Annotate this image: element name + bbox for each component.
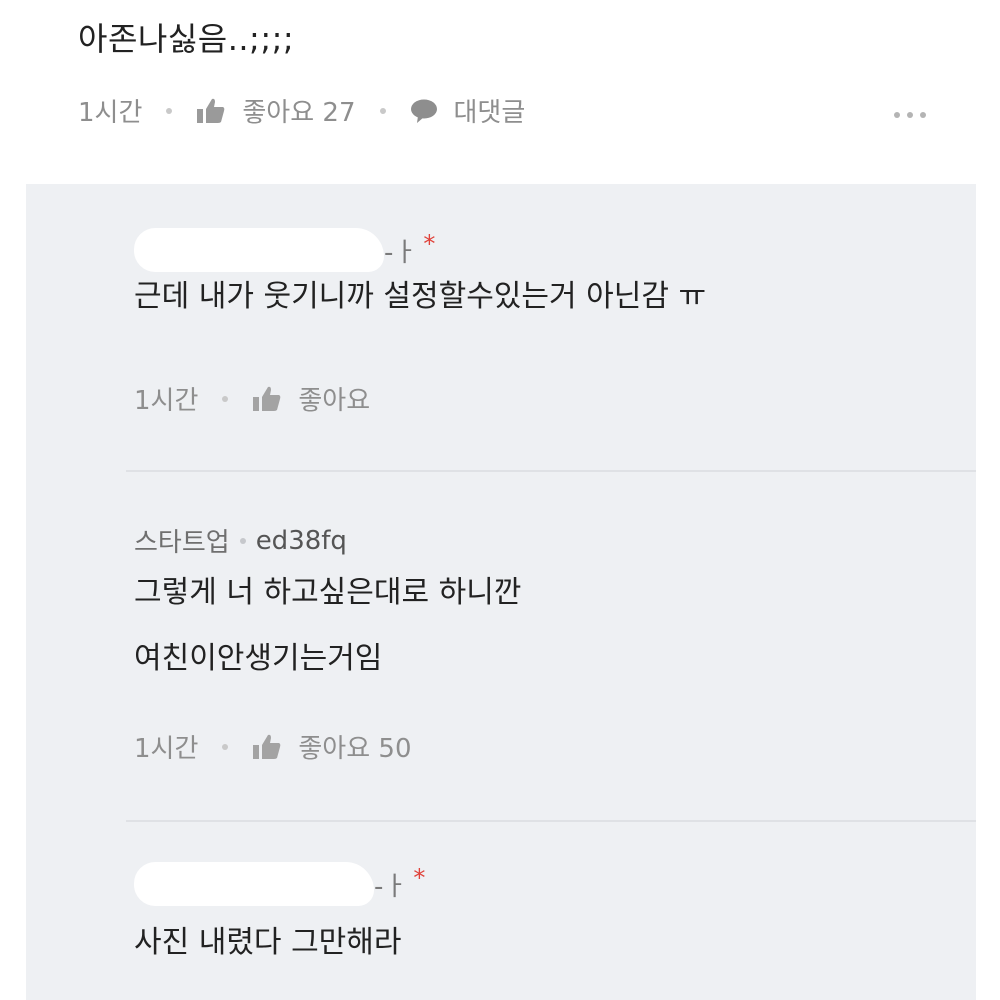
comment-time: 1시간 [78, 98, 143, 128]
reply-author: -ㅏ * [134, 862, 425, 906]
reply-meta: 1시간 좋아요 [134, 380, 370, 417]
thumbs-up-icon[interactable] [196, 97, 226, 125]
reply-time: 1시간 [134, 386, 199, 416]
reply-author: 스타트업 ed38fq [134, 522, 347, 559]
reply-text: 그렇게 너 하고싶은대로 하니깐 여친이안생기는거임 [134, 560, 521, 692]
author-id: ed38fq [255, 525, 347, 556]
like-button[interactable]: 좋아요 50 [298, 728, 411, 765]
speech-bubble-icon[interactable] [410, 98, 438, 124]
author-name-tail: -ㅏ [374, 871, 408, 902]
separator-dot [222, 395, 229, 402]
separator-dot [379, 107, 386, 114]
thumbs-up-icon[interactable] [252, 385, 282, 413]
reply-text-line: 여친이안생기는거임 [134, 641, 383, 676]
divider [126, 470, 976, 472]
dot [907, 112, 913, 118]
reply-button[interactable]: 대댓글 [454, 92, 526, 129]
reply-text-line: 그렇게 너 하고싶은대로 하니깐 [134, 575, 522, 610]
divider [126, 820, 976, 822]
reply-time: 1시간 [134, 734, 199, 764]
like-button[interactable]: 좋아요 27 [242, 92, 355, 129]
reply-text-line: 사진 내렸다 그만해라 [134, 925, 402, 960]
separator-dot [166, 107, 173, 114]
comment-meta: 1시간 좋아요 27 대댓글 [78, 92, 525, 129]
more-dots-icon[interactable] [894, 112, 926, 118]
comment-text: 아존나싫음..;;;; [78, 20, 295, 58]
redacted-author-name [134, 862, 374, 906]
replies-panel: -ㅏ * 근데 내가 웃기니까 설정할수있는거 아닌감 ㅠ 1시간 좋아요 스타… [26, 184, 976, 1000]
reply-text: 근데 내가 웃기니까 설정할수있는거 아닌감 ㅠ [134, 264, 706, 330]
author-name[interactable]: 스타트업 [134, 522, 230, 559]
comment-thread: 아존나싫음..;;;; 1시간 좋아요 27 대댓글 -ㅏ * 근데 내가 웃기… [0, 0, 1000, 1000]
reply-text-line: 근데 내가 웃기니까 설정할수있는거 아닌감 ㅠ [134, 279, 707, 314]
reply-text: 사진 내렸다 그만해라 [134, 910, 401, 976]
author-marker: * [423, 230, 436, 258]
like-button[interactable]: 좋아요 [298, 380, 370, 417]
dot [894, 112, 900, 118]
author-name-tail: -ㅏ [384, 237, 418, 268]
separator-dot [239, 537, 246, 544]
reply-meta: 1시간 좋아요 50 [134, 728, 412, 765]
thumbs-up-icon[interactable] [252, 733, 282, 761]
separator-dot [222, 743, 229, 750]
author-marker: * [413, 864, 426, 892]
dot [920, 112, 926, 118]
